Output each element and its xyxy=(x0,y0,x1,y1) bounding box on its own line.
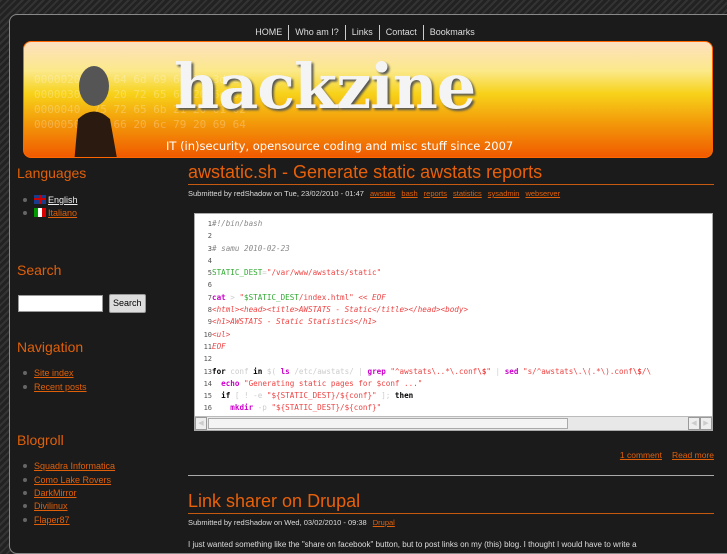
search-button[interactable]: Search xyxy=(109,293,146,313)
language-label: Italiano xyxy=(48,208,78,219)
hooded-figure-icon xyxy=(74,66,117,157)
post-links: 1 comment Read more xyxy=(610,450,714,460)
tag-link[interactable]: sysadmin xyxy=(488,189,520,198)
read-more-link[interactable]: Read more xyxy=(672,450,714,460)
blogroll-list: Squadra Informatica Como Lake Rovers Dar… xyxy=(23,460,167,527)
tag-link[interactable]: bash xyxy=(401,189,417,198)
languages-title: Languages xyxy=(17,165,87,181)
search-input[interactable] xyxy=(18,294,103,312)
list-item: Recent posts xyxy=(23,380,167,393)
list-item: Squadra Informatica xyxy=(23,460,167,473)
list-item: English xyxy=(23,193,167,206)
site-logo: hackzine xyxy=(174,50,476,123)
tag-link[interactable]: reports xyxy=(424,189,447,198)
list-item: Site index xyxy=(23,367,167,380)
navigation-title: Navigation xyxy=(17,338,84,355)
scroll-left-icon[interactable]: ◀ xyxy=(195,417,207,430)
list-item: Flaper87 xyxy=(23,513,167,526)
nav-site-index[interactable]: Site index xyxy=(34,368,74,378)
scroll-right-icon[interactable]: ▶ xyxy=(700,417,712,430)
post: awstatic.sh - Generate static awstats re… xyxy=(188,161,714,460)
header-banner[interactable]: 0000020 61 64 6d 69 6e 20 3d 20 0000030 … xyxy=(23,41,713,158)
submitted-by: Submitted by redShadow on Wed, 03/02/201… xyxy=(188,518,367,527)
tag-link[interactable]: Drupal xyxy=(373,518,395,527)
languages-list: English Italiano xyxy=(23,193,167,220)
blogroll-link[interactable]: DarkMirror xyxy=(34,488,77,498)
language-italiano[interactable]: Italiano xyxy=(34,208,77,218)
navigation-list: Site index Recent posts xyxy=(23,367,167,394)
code-block[interactable]: 1#!/bin/bash 2 3# samu 2010-02-23 4 5STA… xyxy=(194,213,713,431)
nav-recent-posts[interactable]: Recent posts xyxy=(34,382,87,392)
post-meta: Submitted by redShadow on Tue, 23/02/201… xyxy=(188,184,714,198)
uk-flag-icon xyxy=(34,194,46,204)
submitted-by: Submitted by redShadow on Tue, 23/02/201… xyxy=(188,189,364,198)
blogroll-link[interactable]: Como Lake Rovers xyxy=(34,475,111,485)
post-title[interactable]: awstatic.sh - Generate static awstats re… xyxy=(188,161,714,183)
italy-flag-icon xyxy=(34,208,46,218)
blogroll-link[interactable]: Flaper87 xyxy=(34,515,70,525)
sidebar: Languages English Italiano Search Search… xyxy=(17,161,167,527)
nav-contact[interactable]: Contact xyxy=(378,25,423,40)
nav-bookmarks[interactable]: Bookmarks xyxy=(422,25,481,40)
blogroll-title: Blogroll xyxy=(17,431,64,448)
list-item: Como Lake Rovers xyxy=(23,473,167,486)
site-tagline: IT (in)security, opensource coding and m… xyxy=(166,139,514,153)
scroll-left-icon[interactable]: ◀ xyxy=(688,417,700,430)
post: Link sharer on Drupal Submitted by redSh… xyxy=(188,490,714,549)
blogroll-link[interactable]: Divilinux xyxy=(34,501,68,511)
search-title: Search xyxy=(17,261,62,278)
horizontal-scrollbar[interactable]: ◀ ◀ ▶ xyxy=(195,416,712,430)
tag-link[interactable]: webserver xyxy=(525,189,560,198)
list-item: Italiano xyxy=(23,206,167,219)
list-item: DarkMirror xyxy=(23,486,167,499)
tag-link[interactable]: awstats xyxy=(370,189,395,198)
language-label: English xyxy=(48,194,78,205)
post-divider xyxy=(188,475,714,476)
blogroll-link[interactable]: Squadra Informatica xyxy=(34,461,115,471)
scroll-thumb[interactable] xyxy=(208,418,568,429)
top-nav: HOME Who am I? Links Contact Bookmarks xyxy=(10,25,720,40)
nav-links[interactable]: Links xyxy=(344,25,379,40)
list-item: Divilinux xyxy=(23,500,167,513)
nav-home[interactable]: HOME xyxy=(249,25,288,40)
tag-link[interactable]: statistics xyxy=(453,189,482,198)
code-lines: 1#!/bin/bash 2 3# samu 2010-02-23 4 5STA… xyxy=(203,219,652,413)
post-meta: Submitted by redShadow on Wed, 03/02/201… xyxy=(188,513,714,527)
main-content: awstatic.sh - Generate static awstats re… xyxy=(188,161,714,549)
nav-who-am-i[interactable]: Who am I? xyxy=(288,25,345,40)
page-container: HOME Who am I? Links Contact Bookmarks 0… xyxy=(9,14,727,554)
language-english[interactable]: English xyxy=(34,194,78,205)
post-title[interactable]: Link sharer on Drupal xyxy=(188,490,714,512)
comments-link[interactable]: 1 comment xyxy=(620,450,662,460)
search-form: Search xyxy=(18,293,167,313)
